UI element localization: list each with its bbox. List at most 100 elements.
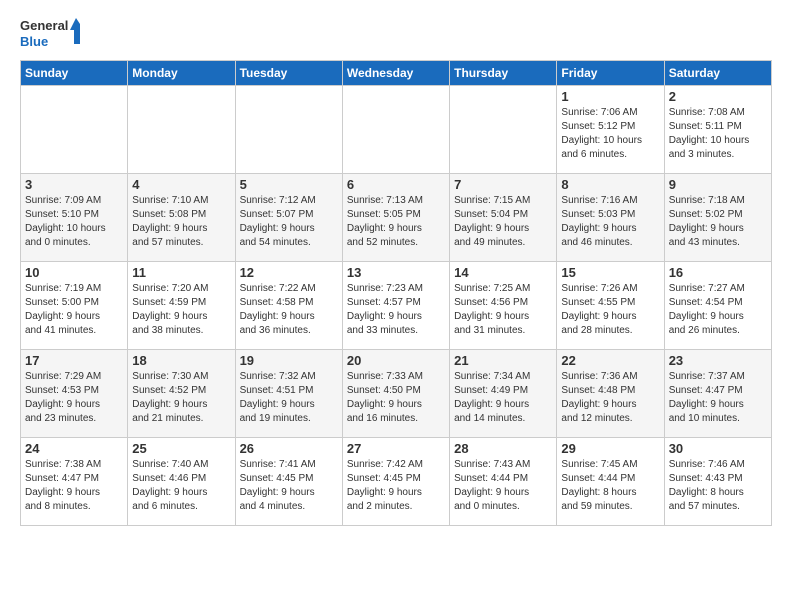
- logo-svg: General Blue: [20, 16, 80, 52]
- day-info: Sunrise: 7:10 AM Sunset: 5:08 PM Dayligh…: [132, 194, 230, 250]
- header: General Blue: [20, 16, 772, 52]
- day-info: Sunrise: 7:41 AM Sunset: 4:45 PM Dayligh…: [240, 458, 338, 514]
- calendar-cell: 20 Sunrise: 7:33 AM Sunset: 4:50 PM Dayli…: [342, 350, 449, 438]
- logo: General Blue: [20, 16, 80, 52]
- day-header-saturday: Saturday: [664, 61, 771, 86]
- calendar-cell: 7 Sunrise: 7:15 AM Sunset: 5:04 PM Daylig…: [450, 174, 557, 262]
- calendar-cell: 13 Sunrise: 7:23 AM Sunset: 4:57 PM Dayli…: [342, 262, 449, 350]
- day-number: 26: [240, 441, 338, 456]
- day-info: Sunrise: 7:26 AM Sunset: 4:55 PM Dayligh…: [561, 282, 659, 338]
- calendar-week-row: 24 Sunrise: 7:38 AM Sunset: 4:47 PM Dayli…: [21, 438, 772, 526]
- day-info: Sunrise: 7:37 AM Sunset: 4:47 PM Dayligh…: [669, 370, 767, 426]
- day-number: 20: [347, 353, 445, 368]
- day-header-thursday: Thursday: [450, 61, 557, 86]
- calendar-cell: 26 Sunrise: 7:41 AM Sunset: 4:45 PM Dayli…: [235, 438, 342, 526]
- day-info: Sunrise: 7:34 AM Sunset: 4:49 PM Dayligh…: [454, 370, 552, 426]
- calendar-cell: 11 Sunrise: 7:20 AM Sunset: 4:59 PM Dayli…: [128, 262, 235, 350]
- day-number: 29: [561, 441, 659, 456]
- calendar-cell: 3 Sunrise: 7:09 AM Sunset: 5:10 PM Daylig…: [21, 174, 128, 262]
- calendar-cell: 1 Sunrise: 7:06 AM Sunset: 5:12 PM Daylig…: [557, 86, 664, 174]
- calendar-header-row: SundayMondayTuesdayWednesdayThursdayFrid…: [21, 61, 772, 86]
- day-number: 11: [132, 265, 230, 280]
- calendar-cell: 21 Sunrise: 7:34 AM Sunset: 4:49 PM Dayli…: [450, 350, 557, 438]
- day-info: Sunrise: 7:06 AM Sunset: 5:12 PM Dayligh…: [561, 106, 659, 162]
- day-info: Sunrise: 7:32 AM Sunset: 4:51 PM Dayligh…: [240, 370, 338, 426]
- day-number: 19: [240, 353, 338, 368]
- day-info: Sunrise: 7:15 AM Sunset: 5:04 PM Dayligh…: [454, 194, 552, 250]
- day-number: 28: [454, 441, 552, 456]
- day-number: 21: [454, 353, 552, 368]
- day-number: 24: [25, 441, 123, 456]
- day-info: Sunrise: 7:22 AM Sunset: 4:58 PM Dayligh…: [240, 282, 338, 338]
- calendar-cell: 17 Sunrise: 7:29 AM Sunset: 4:53 PM Dayli…: [21, 350, 128, 438]
- day-number: 14: [454, 265, 552, 280]
- day-header-wednesday: Wednesday: [342, 61, 449, 86]
- day-number: 2: [669, 89, 767, 104]
- day-info: Sunrise: 7:33 AM Sunset: 4:50 PM Dayligh…: [347, 370, 445, 426]
- day-info: Sunrise: 7:29 AM Sunset: 4:53 PM Dayligh…: [25, 370, 123, 426]
- day-number: 10: [25, 265, 123, 280]
- calendar-cell: 14 Sunrise: 7:25 AM Sunset: 4:56 PM Dayli…: [450, 262, 557, 350]
- day-number: 23: [669, 353, 767, 368]
- day-header-sunday: Sunday: [21, 61, 128, 86]
- calendar-week-row: 17 Sunrise: 7:29 AM Sunset: 4:53 PM Dayli…: [21, 350, 772, 438]
- svg-text:Blue: Blue: [20, 34, 48, 49]
- svg-text:General: General: [20, 18, 68, 33]
- calendar-cell: [21, 86, 128, 174]
- day-info: Sunrise: 7:13 AM Sunset: 5:05 PM Dayligh…: [347, 194, 445, 250]
- day-number: 7: [454, 177, 552, 192]
- day-info: Sunrise: 7:09 AM Sunset: 5:10 PM Dayligh…: [25, 194, 123, 250]
- day-number: 30: [669, 441, 767, 456]
- calendar-cell: 30Sunrise: 7:46 AM Sunset: 4:43 PM Dayli…: [664, 438, 771, 526]
- day-info: Sunrise: 7:23 AM Sunset: 4:57 PM Dayligh…: [347, 282, 445, 338]
- day-info: Sunrise: 7:16 AM Sunset: 5:03 PM Dayligh…: [561, 194, 659, 250]
- calendar-cell: [450, 86, 557, 174]
- calendar-cell: 22Sunrise: 7:36 AM Sunset: 4:48 PM Dayli…: [557, 350, 664, 438]
- calendar-cell: 4Sunrise: 7:10 AM Sunset: 5:08 PM Daylig…: [128, 174, 235, 262]
- calendar-cell: 16 Sunrise: 7:27 AM Sunset: 4:54 PM Dayli…: [664, 262, 771, 350]
- day-info: Sunrise: 7:12 AM Sunset: 5:07 PM Dayligh…: [240, 194, 338, 250]
- calendar-cell: 15 Sunrise: 7:26 AM Sunset: 4:55 PM Dayli…: [557, 262, 664, 350]
- day-info: Sunrise: 7:40 AM Sunset: 4:46 PM Dayligh…: [132, 458, 230, 514]
- day-info: Sunrise: 7:19 AM Sunset: 5:00 PM Dayligh…: [25, 282, 123, 338]
- day-info: Sunrise: 7:38 AM Sunset: 4:47 PM Dayligh…: [25, 458, 123, 514]
- day-number: 6: [347, 177, 445, 192]
- calendar-cell: 28 Sunrise: 7:43 AM Sunset: 4:44 PM Dayli…: [450, 438, 557, 526]
- day-info: Sunrise: 7:27 AM Sunset: 4:54 PM Dayligh…: [669, 282, 767, 338]
- day-number: 3: [25, 177, 123, 192]
- day-info: Sunrise: 7:25 AM Sunset: 4:56 PM Dayligh…: [454, 282, 552, 338]
- calendar-cell: 8Sunrise: 7:16 AM Sunset: 5:03 PM Daylig…: [557, 174, 664, 262]
- day-info: Sunrise: 7:42 AM Sunset: 4:45 PM Dayligh…: [347, 458, 445, 514]
- calendar-cell: 6 Sunrise: 7:13 AM Sunset: 5:05 PM Daylig…: [342, 174, 449, 262]
- calendar-cell: 24 Sunrise: 7:38 AM Sunset: 4:47 PM Dayli…: [21, 438, 128, 526]
- calendar-cell: 2 Sunrise: 7:08 AM Sunset: 5:11 PM Daylig…: [664, 86, 771, 174]
- day-number: 13: [347, 265, 445, 280]
- day-info: Sunrise: 7:30 AM Sunset: 4:52 PM Dayligh…: [132, 370, 230, 426]
- calendar-cell: 12Sunrise: 7:22 AM Sunset: 4:58 PM Dayli…: [235, 262, 342, 350]
- calendar-cell: 27 Sunrise: 7:42 AM Sunset: 4:45 PM Dayli…: [342, 438, 449, 526]
- calendar-cell: 10 Sunrise: 7:19 AM Sunset: 5:00 PM Dayli…: [21, 262, 128, 350]
- calendar-table: SundayMondayTuesdayWednesdayThursdayFrid…: [20, 60, 772, 526]
- day-number: 16: [669, 265, 767, 280]
- day-number: 15: [561, 265, 659, 280]
- calendar-week-row: 1 Sunrise: 7:06 AM Sunset: 5:12 PM Daylig…: [21, 86, 772, 174]
- day-number: 9: [669, 177, 767, 192]
- calendar-cell: 5 Sunrise: 7:12 AM Sunset: 5:07 PM Daylig…: [235, 174, 342, 262]
- day-number: 18: [132, 353, 230, 368]
- day-number: 17: [25, 353, 123, 368]
- calendar-cell: 19 Sunrise: 7:32 AM Sunset: 4:51 PM Dayli…: [235, 350, 342, 438]
- day-header-monday: Monday: [128, 61, 235, 86]
- day-header-friday: Friday: [557, 61, 664, 86]
- day-info: Sunrise: 7:20 AM Sunset: 4:59 PM Dayligh…: [132, 282, 230, 338]
- calendar-week-row: 3 Sunrise: 7:09 AM Sunset: 5:10 PM Daylig…: [21, 174, 772, 262]
- day-number: 1: [561, 89, 659, 104]
- day-number: 27: [347, 441, 445, 456]
- calendar-week-row: 10 Sunrise: 7:19 AM Sunset: 5:00 PM Dayli…: [21, 262, 772, 350]
- calendar-cell: [342, 86, 449, 174]
- calendar-cell: 18 Sunrise: 7:30 AM Sunset: 4:52 PM Dayli…: [128, 350, 235, 438]
- day-info: Sunrise: 7:08 AM Sunset: 5:11 PM Dayligh…: [669, 106, 767, 162]
- day-info: Sunrise: 7:43 AM Sunset: 4:44 PM Dayligh…: [454, 458, 552, 514]
- page: General Blue SundayMondayTuesdayWednesda…: [0, 0, 792, 536]
- calendar-cell: [128, 86, 235, 174]
- day-number: 5: [240, 177, 338, 192]
